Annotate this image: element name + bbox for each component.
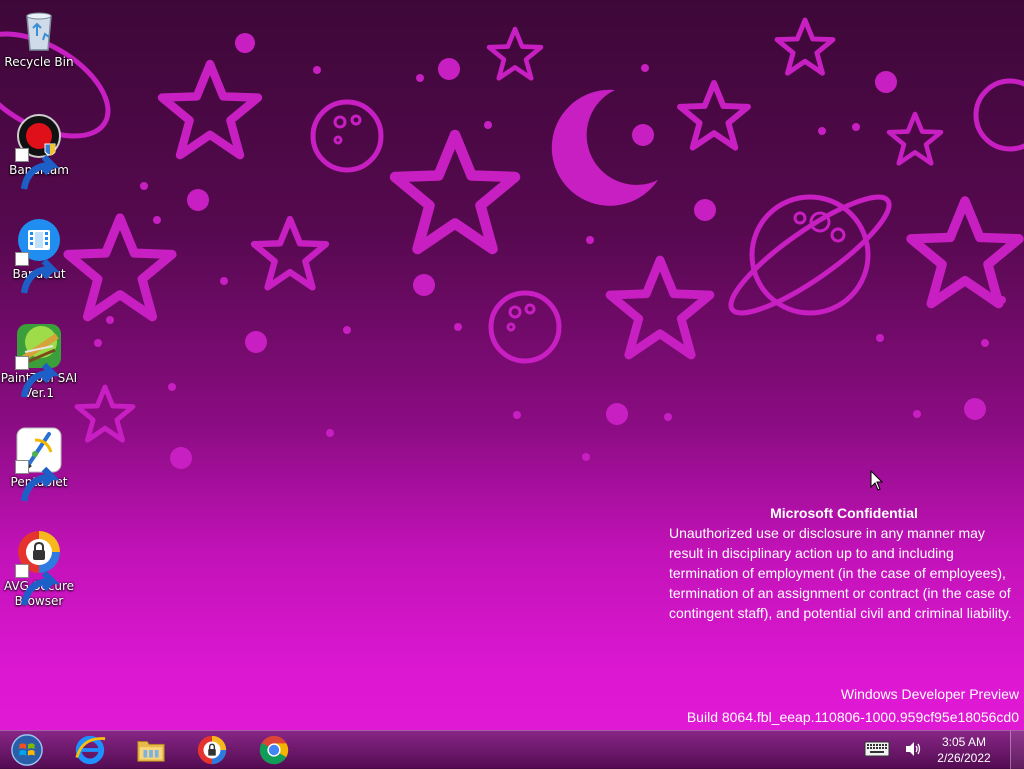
- system-clock[interactable]: 3:05 AM 2/26/2022: [930, 734, 998, 766]
- shortcut-arrow-icon: [15, 564, 60, 606]
- avg-secure-browser-icon: [197, 735, 227, 765]
- build-number: Build 8064.fbl_eeap.110806-1000.959cf95e…: [686, 709, 1019, 725]
- desktop-icon-label: Recycle Bin: [4, 55, 74, 69]
- taskbar-avg-secure-browser-button[interactable]: [186, 733, 238, 767]
- touch-keyboard-icon[interactable]: [864, 740, 890, 758]
- painttool-sai-icon: [15, 322, 63, 398]
- start-button[interactable]: [0, 733, 54, 767]
- taskbar-internet-explorer-button[interactable]: [64, 733, 116, 767]
- confidential-watermark: Microsoft Confidential Unauthorized use …: [669, 503, 1019, 623]
- taskbar: 3:05 AM 2/26/2022: [0, 730, 1024, 769]
- pentablet-icon: [15, 426, 63, 502]
- shortcut-arrow-icon: [15, 460, 60, 502]
- desktop-icon-recycle-bin[interactable]: Recycle Bin: [0, 6, 78, 70]
- desktop-icon-bandicut[interactable]: Bandicut: [0, 218, 78, 294]
- bandicut-icon: [15, 218, 63, 294]
- windows-logo-icon: [11, 734, 43, 766]
- clock-time: 3:05 AM: [941, 735, 987, 749]
- taskbar-chrome-button[interactable]: [248, 733, 300, 767]
- desktop-icon-pentablet[interactable]: Pentablet: [0, 426, 78, 502]
- avg-secure-browser-icon: [15, 530, 63, 606]
- desktop-icon-avg-secure-browser[interactable]: AVG Secure Browser: [0, 530, 78, 609]
- internet-explorer-icon: [75, 735, 106, 765]
- mouse-cursor-icon: [870, 470, 884, 491]
- recycle-bin-icon: [15, 6, 63, 54]
- watermark-body: Unauthorized use or disclosure in any ma…: [669, 525, 1012, 621]
- chrome-icon: [259, 735, 289, 765]
- watermark-title: Microsoft Confidential: [770, 505, 918, 521]
- desktop-icon-bandicam[interactable]: Bandicam: [0, 114, 78, 190]
- build-info: Windows Developer Preview Build 8064.fbl…: [687, 683, 1019, 729]
- shortcut-arrow-icon: [15, 252, 60, 294]
- bandicam-icon: [15, 114, 63, 190]
- desktop-icon-painttool-sai[interactable]: PaintTool SAI Ver.1: [0, 322, 78, 401]
- shortcut-arrow-icon: [15, 356, 60, 398]
- clock-date: 2/26/2022: [937, 751, 991, 765]
- build-edition: Windows Developer Preview: [840, 686, 1019, 702]
- taskbar-file-explorer-button[interactable]: [125, 733, 177, 767]
- show-desktop-button[interactable]: [1010, 731, 1024, 769]
- file-explorer-icon: [137, 741, 165, 762]
- volume-icon[interactable]: [904, 740, 922, 758]
- shortcut-arrow-icon: [15, 148, 60, 190]
